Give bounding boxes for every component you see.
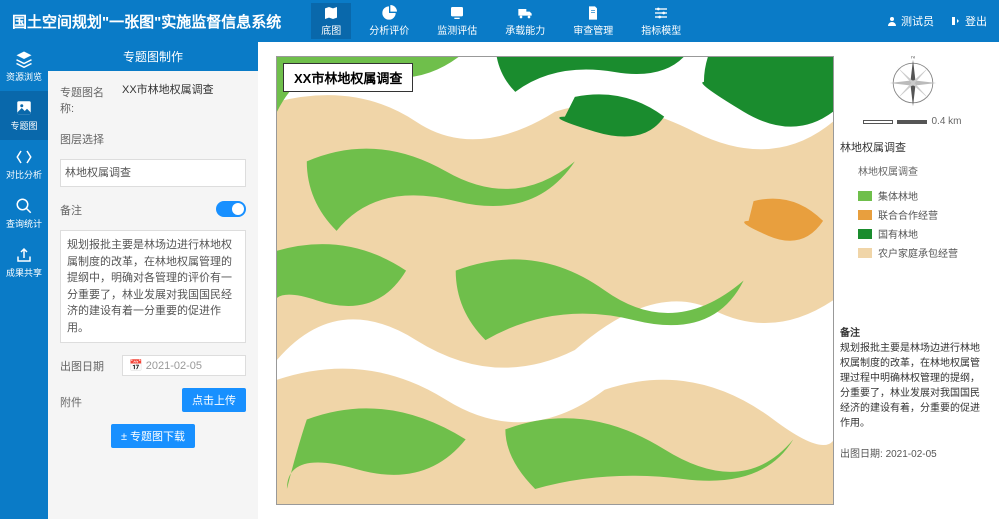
remark-label: 备注 xyxy=(60,199,116,218)
sidebar-item-thematic[interactable]: 专题图 xyxy=(0,91,48,140)
name-value: XX市林地权属调查 xyxy=(122,81,246,97)
sidebar-item-share[interactable]: 成果共享 xyxy=(0,238,48,287)
remark-toggle[interactable] xyxy=(216,201,246,217)
topnav-monitor[interactable]: 监测评估 xyxy=(427,3,487,39)
topnav-label: 分析评价 xyxy=(369,22,409,37)
doc-icon xyxy=(584,5,602,21)
upload-button[interactable]: 点击上传 xyxy=(182,388,246,412)
name-label: 专题图名称: xyxy=(60,81,116,116)
map-icon xyxy=(322,5,340,21)
attach-label: 附件 xyxy=(60,391,116,410)
scale-bar: 0.4 km xyxy=(863,116,961,127)
sidebar-label: 查询统计 xyxy=(6,217,42,230)
legend-swatch xyxy=(858,210,872,220)
topnav-analysis[interactable]: 分析评价 xyxy=(359,3,419,39)
sidebar-item-query[interactable]: 查询统计 xyxy=(0,189,48,238)
legend-swatch xyxy=(858,248,872,258)
slider-icon xyxy=(652,5,670,21)
main: 资源浏览 专题图 对比分析 查询统计 成果共享 专题图制作 专题图名称: XX市… xyxy=(0,42,999,519)
topnav-label: 承载能力 xyxy=(505,22,545,37)
legend-item: 国有林地 xyxy=(858,226,985,241)
topnav-basemap[interactable]: 底图 xyxy=(311,3,351,39)
legend-swatch xyxy=(858,229,872,239)
pie-icon xyxy=(380,5,398,21)
legend-label: 国有林地 xyxy=(878,226,918,241)
topnav-label: 指标模型 xyxy=(641,22,681,37)
truck-icon xyxy=(516,5,534,21)
map-canvas: XX市林地权属调查 xyxy=(258,42,999,519)
layers-icon xyxy=(15,50,33,68)
map-svg[interactable] xyxy=(277,57,833,504)
topnav-label: 审查管理 xyxy=(573,22,613,37)
topnav-label: 底图 xyxy=(321,22,341,37)
logout-label: 登出 xyxy=(965,13,987,29)
map-side: N 0.4 km 林地权属调查 林地权属调查 集体林地联合合作经营国有林地农户家… xyxy=(840,56,985,460)
logout-button[interactable]: 登出 xyxy=(950,13,987,29)
topnav-label: 监测评估 xyxy=(437,22,477,37)
sidebar-label: 资源浏览 xyxy=(6,70,42,83)
topnav: 底图 分析评价 监测评估 承载能力 审查管理 指标模型 xyxy=(311,3,691,39)
legend-subtitle: 林地权属调查 xyxy=(858,163,985,178)
user-icon xyxy=(886,15,898,27)
panel-title: 专题图制作 xyxy=(48,42,258,71)
remark-body: 规划报批主要是林场边进行林地权属制度的改革，在林地权属管理过程中明确林权管理的提… xyxy=(840,341,985,431)
legend-label: 农户家庭承包经营 xyxy=(878,245,958,260)
map-remark: 备注 规划报批主要是林场边进行林地权属制度的改革，在林地权属管理过程中明确林权管… xyxy=(840,326,985,431)
sidebar: 资源浏览 专题图 对比分析 查询统计 成果共享 xyxy=(0,42,48,519)
scale-label: 0.4 km xyxy=(931,116,961,127)
legend-item: 农户家庭承包经营 xyxy=(858,245,985,260)
date-input[interactable]: 📅 2021-02-05 xyxy=(122,355,246,376)
legend-label: 集体林地 xyxy=(878,188,918,203)
sidebar-item-browse[interactable]: 资源浏览 xyxy=(0,42,48,91)
layer-input[interactable]: 林地权属调查 xyxy=(60,159,246,187)
share-icon xyxy=(15,246,33,264)
user-name[interactable]: 测试员 xyxy=(886,13,934,29)
map-frame: XX市林地权属调查 xyxy=(276,56,834,505)
user-name-label: 测试员 xyxy=(901,13,934,29)
legend-swatch xyxy=(858,191,872,201)
svg-text:N: N xyxy=(911,56,915,61)
topbar-right: 测试员 登出 xyxy=(886,13,987,29)
sidebar-label: 对比分析 xyxy=(6,168,42,181)
panel-body: 专题图名称: XX市林地权属调查 图层选择 林地权属调查 备注 规划报批主要是林… xyxy=(48,71,258,458)
compass-icon: N xyxy=(886,56,940,110)
layer-label: 图层选择 xyxy=(60,128,116,147)
remark-text[interactable]: 规划报批主要是林场边进行林地权属制度的改革，在林地权属管理的提纲中，明确对各管理… xyxy=(60,230,246,343)
topnav-review[interactable]: 审查管理 xyxy=(563,3,623,39)
map-title: XX市林地权属调查 xyxy=(283,63,413,92)
image-icon xyxy=(15,99,33,117)
sidebar-label: 成果共享 xyxy=(6,266,42,279)
monitor-icon xyxy=(448,5,466,21)
remark-date-value: 2021-02-05 xyxy=(886,449,937,460)
remark-date-label: 出图日期: xyxy=(840,449,883,460)
compare-icon xyxy=(15,148,33,166)
form-panel: 专题图制作 专题图名称: XX市林地权属调查 图层选择 林地权属调查 备注 规划… xyxy=(48,42,258,519)
legend-label: 联合合作经营 xyxy=(878,207,938,222)
sidebar-item-compare[interactable]: 对比分析 xyxy=(0,140,48,189)
legend-item: 联合合作经营 xyxy=(858,207,985,222)
legend-title: 林地权属调查 xyxy=(840,139,985,155)
date-value: 2021-02-05 xyxy=(146,360,202,372)
remark-title: 备注 xyxy=(840,326,985,341)
remark-date: 出图日期: 2021-02-05 xyxy=(840,445,985,460)
topnav-capacity[interactable]: 承载能力 xyxy=(495,3,555,39)
download-button[interactable]: ± 专题图下载 xyxy=(111,424,195,448)
legend-item: 集体林地 xyxy=(858,188,985,203)
app-title: 国土空间规划"一张图"实施监督信息系统 xyxy=(12,11,281,32)
topbar: 国土空间规划"一张图"实施监督信息系统 底图 分析评价 监测评估 承载能力 审查… xyxy=(0,0,999,42)
date-label: 出图日期 xyxy=(60,355,116,374)
sidebar-label: 专题图 xyxy=(10,119,37,132)
logout-icon xyxy=(950,15,962,27)
search-icon xyxy=(15,197,33,215)
topnav-indicator[interactable]: 指标模型 xyxy=(631,3,691,39)
